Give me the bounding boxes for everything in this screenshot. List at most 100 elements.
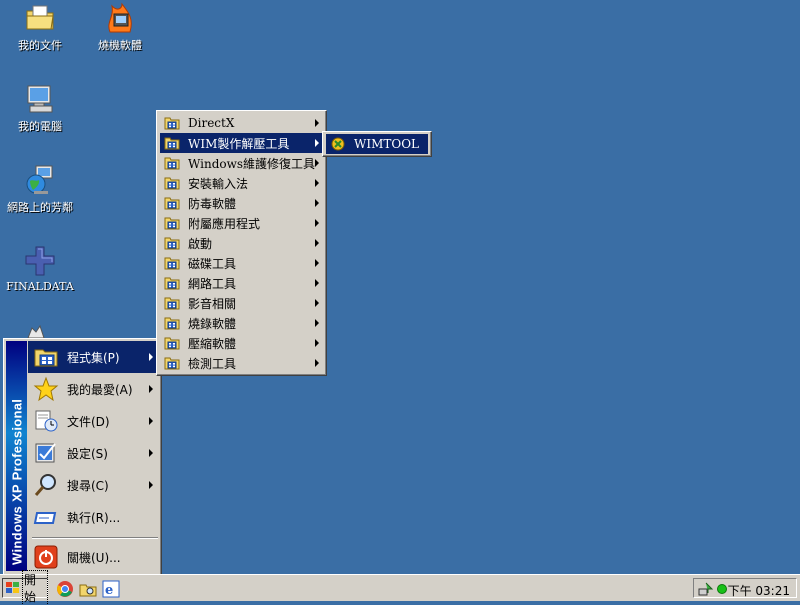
submenu-arrow-icon [315, 239, 319, 247]
explorer-folder-icon[interactable] [79, 580, 97, 598]
start-item-run[interactable]: 執行(R)... [28, 501, 159, 533]
desktop-icon-finaldata[interactable]: FINALDATA [0, 245, 80, 293]
program-group-folder-icon [164, 175, 180, 191]
programs-item-label: 磁碟工具 [188, 256, 237, 271]
start-item-programs[interactable]: 程式集(P) [28, 341, 159, 373]
start-menu-separator [32, 537, 158, 539]
program-group-folder-icon [164, 255, 180, 271]
start-item-label: 設定(S) [67, 446, 108, 461]
program-group-folder-icon [164, 115, 180, 131]
wimtool-app-icon [330, 136, 346, 152]
programs-submenu: DirectX WIM製作解壓工具 Windows維護修復工具 安裝輸入法防毒軟體附屬… [156, 110, 327, 376]
program-group-folder-icon [164, 315, 180, 331]
internet-explorer-icon[interactable]: e [102, 580, 120, 598]
programs-item[interactable]: 影音相關 [160, 293, 323, 313]
run-icon [33, 504, 59, 530]
program-group-folder-icon [164, 295, 180, 311]
submenu-arrow-icon [315, 219, 319, 227]
program-group-folder-icon [164, 155, 180, 171]
wim-item-label: WIMTOOL [354, 137, 420, 151]
start-item-documents[interactable]: 文件(D) [28, 405, 159, 437]
computer-icon [24, 83, 56, 115]
programs-item[interactable]: WIM製作解壓工具 [160, 133, 323, 153]
network-tray-icon[interactable] [698, 581, 714, 597]
programs-item-label: Windows維護修復工具 [188, 156, 316, 171]
start-menu-banner: Windows XP Professional [6, 341, 27, 571]
start-menu-banner-text: Windows XP Professional [9, 398, 24, 565]
submenu-arrow-icon [315, 159, 319, 167]
start-item-label: 關機(U)... [67, 550, 121, 565]
programs-item[interactable]: 防毒軟體 [160, 193, 323, 213]
programs-item[interactable]: 附屬應用程式 [160, 213, 323, 233]
shutdown-icon [33, 544, 59, 570]
program-group-folder-icon [164, 335, 180, 351]
desktop-icon-my-computer[interactable]: 我的電腦 [0, 83, 80, 134]
desktop-icon-label: 我的電腦 [18, 120, 62, 133]
programs-item[interactable]: Windows維護修復工具 [160, 153, 323, 173]
start-item-settings[interactable]: 設定(S) [28, 437, 159, 469]
submenu-arrow-icon [315, 179, 319, 187]
submenu-arrow-icon [315, 319, 319, 327]
desktop-icon-label: 網路上的芳鄰 [7, 201, 73, 214]
programs-folder-icon [33, 344, 59, 370]
submenu-arrow-icon [315, 299, 319, 307]
taskbar-clock[interactable]: 下午 03:21 [728, 582, 790, 599]
submenu-arrow-icon [315, 199, 319, 207]
start-item-search[interactable]: 搜尋(C) [28, 469, 159, 501]
programs-item[interactable]: 安裝輸入法 [160, 173, 323, 193]
submenu-arrow-icon [149, 353, 153, 361]
program-group-folder-icon [164, 235, 180, 251]
program-group-folder-icon [164, 275, 180, 291]
programs-item[interactable]: 網路工具 [160, 273, 323, 293]
wim-submenu: WIMTOOL [322, 131, 432, 157]
programs-item-label: 檢測工具 [188, 356, 237, 371]
programs-item-label: 啟動 [188, 236, 213, 251]
desktop-icon-burn-software[interactable]: 燒機軟體 [80, 2, 160, 53]
finaldata-cross-icon [24, 245, 56, 277]
programs-item[interactable]: 燒錄軟體 [160, 313, 323, 333]
submenu-arrow-icon [149, 481, 153, 489]
chrome-icon[interactable] [56, 580, 74, 598]
desktop-icon-network-places[interactable]: 網路上的芳鄰 [0, 164, 80, 215]
programs-item-label: 壓縮軟體 [188, 336, 237, 351]
system-tray: 下午 03:21 [693, 578, 797, 598]
start-item-shutdown[interactable]: 關機(U)... [28, 541, 159, 573]
submenu-arrow-icon [315, 279, 319, 287]
desktop-icon-partial [26, 324, 46, 339]
submenu-arrow-icon [315, 339, 319, 347]
start-item-label: 程式集(P) [67, 350, 120, 365]
settings-icon [33, 440, 59, 466]
submenu-arrow-icon [315, 139, 319, 147]
programs-item-label: 附屬應用程式 [188, 216, 261, 231]
documents-icon [33, 408, 59, 434]
desktop-icon-label: FINALDATA [6, 280, 74, 293]
magnifier-icon [33, 472, 59, 498]
start-button[interactable]: 開始 [2, 570, 48, 605]
wim-item-wimtool[interactable]: WIMTOOL [326, 134, 428, 154]
programs-item-label: 影音相關 [188, 296, 237, 311]
documents-folder-icon [24, 2, 56, 34]
programs-item[interactable]: 磁碟工具 [160, 253, 323, 273]
desktop-icon-label: 我的文件 [18, 39, 62, 52]
start-item-favorites[interactable]: 我的最愛(A) [28, 373, 159, 405]
windows-logo-icon [5, 580, 21, 596]
submenu-arrow-icon [315, 119, 319, 127]
submenu-arrow-icon [149, 449, 153, 457]
burn-app-icon [104, 2, 136, 34]
programs-item-label: DirectX [188, 116, 235, 130]
program-group-folder-icon [164, 135, 180, 151]
start-item-label: 搜尋(C) [67, 478, 109, 493]
programs-item[interactable]: DirectX [160, 113, 323, 133]
status-green-dot-icon[interactable] [717, 584, 727, 594]
start-menu: Windows XP Professional 程式集(P) 我的最愛(A) 文… [3, 338, 162, 576]
submenu-arrow-icon [149, 417, 153, 425]
programs-item-label: 安裝輸入法 [188, 176, 249, 191]
svg-text:e: e [105, 583, 113, 598]
programs-item[interactable]: 壓縮軟體 [160, 333, 323, 353]
programs-item[interactable]: 檢測工具 [160, 353, 323, 373]
start-item-label: 文件(D) [67, 414, 110, 429]
submenu-arrow-icon [149, 385, 153, 393]
start-item-label: 執行(R)... [67, 510, 121, 525]
programs-item[interactable]: 啟動 [160, 233, 323, 253]
desktop-icon-my-documents[interactable]: 我的文件 [0, 2, 80, 53]
